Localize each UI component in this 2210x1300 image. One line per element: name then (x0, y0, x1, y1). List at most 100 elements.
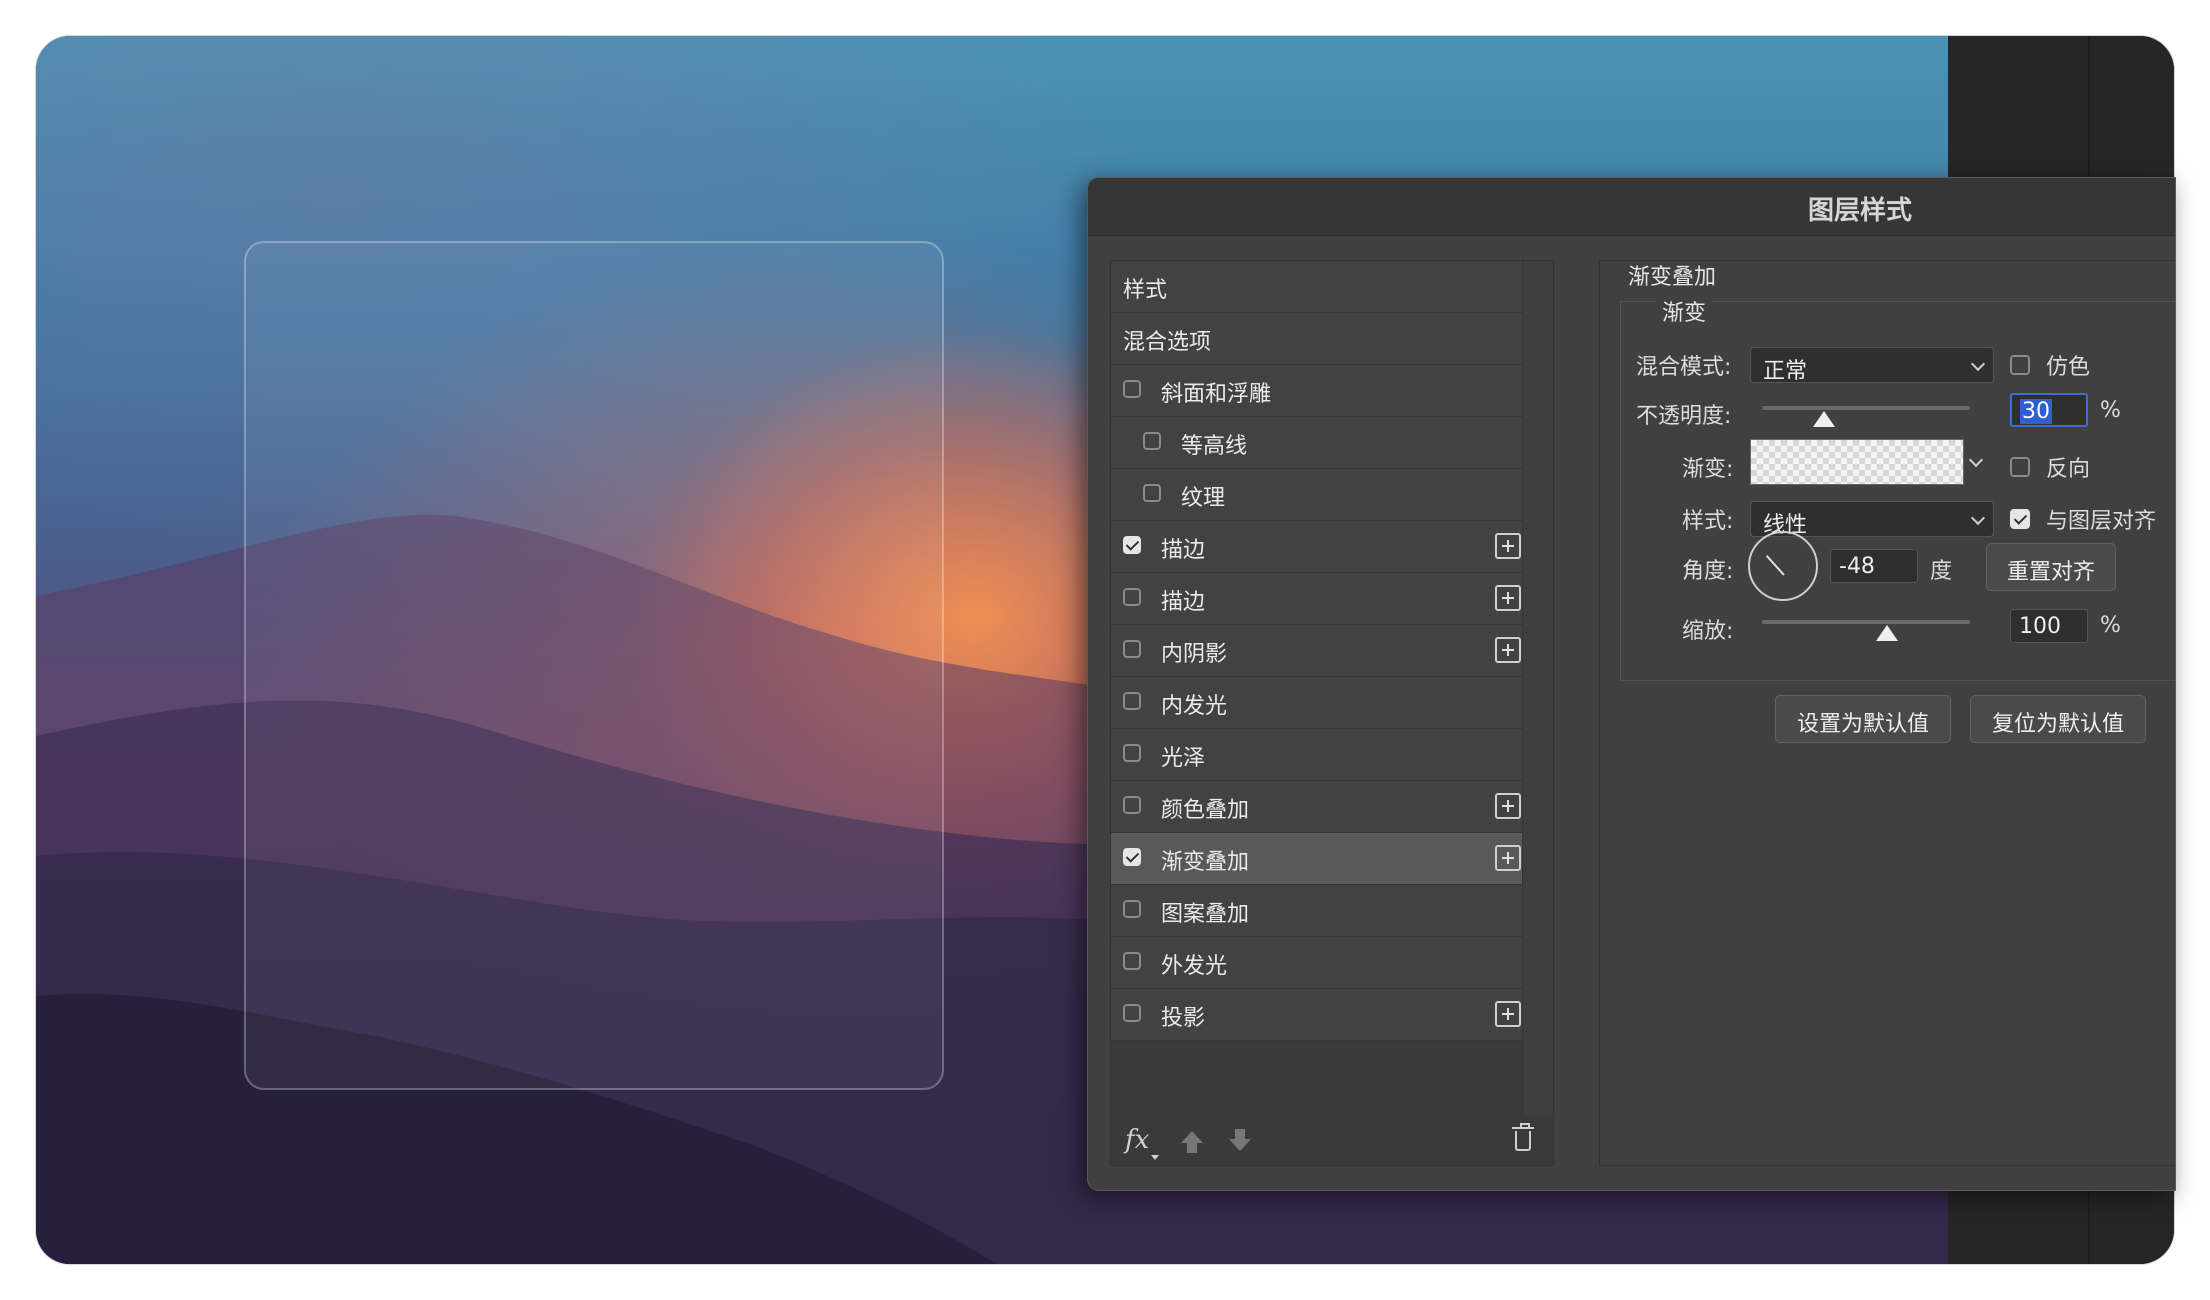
gradient-overlay-panel: 渐变叠加 渐变 混合模式: 正常 仿色 不透明度: 30 % 渐变: 反向 样式… (1599, 260, 2175, 1166)
reset-default-button[interactable]: 复位为默认值 (1970, 695, 2146, 743)
style-row-label: 投影 (1161, 1006, 1206, 1031)
glass-card-shape[interactable] (244, 241, 944, 1090)
style-checkbox[interactable] (1123, 1004, 1141, 1022)
add-effect-icon[interactable] (1495, 585, 1521, 611)
dialog-titlebar[interactable]: 图层样式 (1088, 178, 2175, 236)
styles-list-scrollbar[interactable] (1522, 261, 1553, 1116)
scale-slider-thumb[interactable] (1875, 625, 1898, 641)
opacity-value: 30 (2020, 399, 2052, 424)
style-checkbox[interactable] (1123, 380, 1141, 398)
angle-label: 角度: (1682, 559, 1734, 584)
opacity-label: 不透明度: (1636, 404, 1732, 429)
style-row[interactable]: 纹理 (1111, 469, 1531, 521)
style-row[interactable]: 内阴影 (1111, 625, 1531, 677)
dither-label: 仿色 (2046, 355, 2091, 380)
add-effect-icon[interactable] (1495, 533, 1521, 559)
style-row-label: 描边 (1161, 538, 1206, 563)
style-row-label: 内阴影 (1161, 642, 1228, 667)
scale-input[interactable]: 100 (2010, 609, 2088, 643)
style-row[interactable]: 等高线 (1111, 417, 1531, 469)
align-with-layer-checkbox[interactable] (2010, 509, 2030, 529)
style-row[interactable]: 描边 (1111, 521, 1531, 573)
gradient-preview-swatch[interactable] (1750, 439, 1964, 485)
opacity-unit: % (2100, 398, 2121, 423)
move-up-icon[interactable] (1181, 1131, 1203, 1153)
style-checkbox[interactable] (1143, 484, 1161, 502)
blend-mode-select[interactable]: 正常 (1750, 347, 1994, 384)
align-with-layer-label: 与图层对齐 (2046, 509, 2157, 534)
set-default-button[interactable]: 设置为默认值 (1775, 695, 1951, 743)
style-checkbox[interactable] (1123, 744, 1141, 762)
styles-list-footer: fx (1111, 1119, 1534, 1165)
blend-mode-label: 混合模式: (1636, 355, 1732, 380)
style-row-label: 纹理 (1181, 486, 1226, 511)
gradient-picker-dropdown[interactable] (1966, 439, 1986, 485)
layer-style-dialog: 图层样式 样式 混合选项 斜面和浮雕 等高线 纹理 描边 描边 内阴影 内发光 光泽 颜色叠加 渐变叠… (1087, 177, 2176, 1191)
add-effect-icon[interactable] (1495, 845, 1521, 871)
set-default-label: 设置为默认值 (1796, 712, 1929, 737)
scale-value: 100 (2019, 614, 2061, 639)
add-effect-icon[interactable] (1495, 793, 1521, 819)
style-row[interactable]: 投影 (1111, 989, 1531, 1041)
opacity-slider-thumb[interactable] (1813, 411, 1836, 427)
reset-alignment-label: 重置对齐 (2006, 560, 2095, 585)
style-row[interactable]: 样式 (1111, 261, 1531, 313)
angle-dial[interactable] (1748, 531, 1818, 601)
angle-dial-needle (1765, 555, 1785, 576)
style-row[interactable]: 颜色叠加 (1111, 781, 1531, 833)
section-title: 渐变叠加 (1628, 265, 1717, 290)
style-checkbox[interactable] (1143, 432, 1161, 450)
move-down-icon[interactable] (1229, 1129, 1251, 1151)
opacity-slider-track[interactable] (1762, 406, 1970, 410)
style-row-label: 混合选项 (1123, 330, 1212, 355)
angle-input[interactable]: -48 (1830, 549, 1918, 583)
style-row-label: 图案叠加 (1161, 902, 1250, 927)
style-row[interactable]: 混合选项 (1111, 313, 1531, 365)
style-row-label: 斜面和浮雕 (1161, 382, 1272, 407)
trash-icon[interactable] (1512, 1123, 1534, 1151)
style-checkbox[interactable] (1123, 692, 1141, 710)
opacity-input[interactable]: 30 (2010, 393, 2088, 427)
style-checkbox[interactable] (1123, 900, 1141, 918)
reset-default-label: 复位为默认值 (1991, 712, 2124, 737)
dither-checkbox[interactable] (2010, 355, 2030, 375)
style-checkbox[interactable] (1123, 536, 1141, 554)
reverse-checkbox[interactable] (2010, 457, 2030, 477)
add-effect-icon[interactable] (1495, 637, 1521, 663)
style-checkbox[interactable] (1123, 640, 1141, 658)
style-row[interactable]: 描边 (1111, 573, 1531, 625)
scale-unit: % (2100, 613, 2121, 638)
dialog-title: 图层样式 (1808, 196, 1913, 226)
style-row-label: 等高线 (1181, 434, 1248, 459)
style-checkbox[interactable] (1123, 848, 1141, 866)
chevron-down-icon (1970, 356, 1986, 372)
style-row-label: 样式 (1123, 278, 1168, 303)
group-title: 渐变 (1656, 295, 1713, 327)
angle-value: -48 (1839, 554, 1875, 579)
style-row[interactable]: 渐变叠加 (1111, 833, 1531, 885)
style-row[interactable]: 外发光 (1111, 937, 1531, 989)
style-row-label: 内发光 (1161, 694, 1228, 719)
scale-slider-track[interactable] (1762, 620, 1970, 624)
style-checkbox[interactable] (1123, 952, 1141, 970)
reset-alignment-button[interactable]: 重置对齐 (1986, 543, 2116, 591)
style-checkbox[interactable] (1123, 588, 1141, 606)
angle-unit: 度 (1930, 559, 1953, 584)
reverse-label: 反向 (2046, 457, 2091, 482)
style-row-label: 颜色叠加 (1161, 798, 1250, 823)
style-row-label: 渐变叠加 (1161, 850, 1250, 875)
style-row-label: 描边 (1161, 590, 1206, 615)
add-effect-icon[interactable] (1495, 1001, 1521, 1027)
style-checkbox[interactable] (1123, 796, 1141, 814)
style-row[interactable]: 斜面和浮雕 (1111, 365, 1531, 417)
style-row[interactable]: 内发光 (1111, 677, 1531, 729)
blend-mode-value: 正常 (1763, 359, 1808, 384)
chevron-down-icon (1970, 510, 1986, 526)
style-row[interactable]: 光泽 (1111, 729, 1531, 781)
style-row-label: 光泽 (1161, 746, 1206, 771)
style-row[interactable]: 图案叠加 (1111, 885, 1531, 937)
scale-label: 缩放: (1682, 619, 1734, 644)
styles-list-panel: 样式 混合选项 斜面和浮雕 等高线 纹理 描边 描边 内阴影 内发光 光泽 颜色叠加 渐变叠加 图案叠加… (1110, 260, 1554, 1166)
style-label: 样式: (1682, 509, 1734, 534)
fx-menu-icon[interactable]: fx (1125, 1125, 1160, 1160)
